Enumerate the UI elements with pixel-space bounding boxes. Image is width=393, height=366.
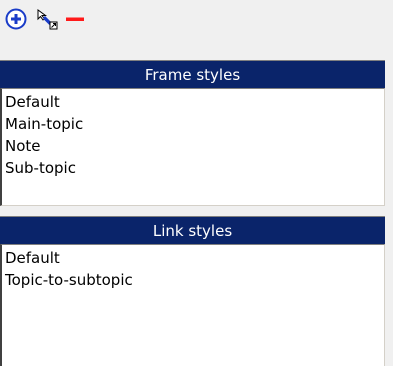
frame-styles-list[interactable]: Default Main-topic Note Sub-topic: [0, 88, 385, 206]
list-item[interactable]: Note: [4, 135, 384, 157]
link-styles-panel: Link styles Default Topic-to-subtopic: [0, 216, 385, 366]
remove-style-button[interactable]: [62, 6, 88, 32]
styles-palette: Frame styles Default Main-topic Note Sub…: [0, 0, 393, 366]
list-item[interactable]: Main-topic: [4, 113, 384, 135]
toolbar: [0, 0, 393, 36]
minus-icon: [66, 17, 84, 21]
link-styles-list[interactable]: Default Topic-to-subtopic: [0, 244, 385, 366]
frame-styles-panel: Frame styles Default Main-topic Note Sub…: [0, 60, 385, 206]
list-item[interactable]: Default: [4, 247, 384, 269]
plus-circle-icon: [5, 8, 27, 30]
frame-styles-header: Frame styles: [0, 60, 385, 88]
list-item[interactable]: Sub-topic: [4, 157, 384, 179]
list-item[interactable]: Topic-to-subtopic: [4, 269, 384, 291]
link-styles-header: Link styles: [0, 216, 385, 244]
add-style-button[interactable]: [3, 6, 29, 32]
connect-style-button[interactable]: [34, 6, 60, 32]
list-item[interactable]: Default: [4, 91, 384, 113]
connect-arrows-icon: [37, 9, 58, 30]
